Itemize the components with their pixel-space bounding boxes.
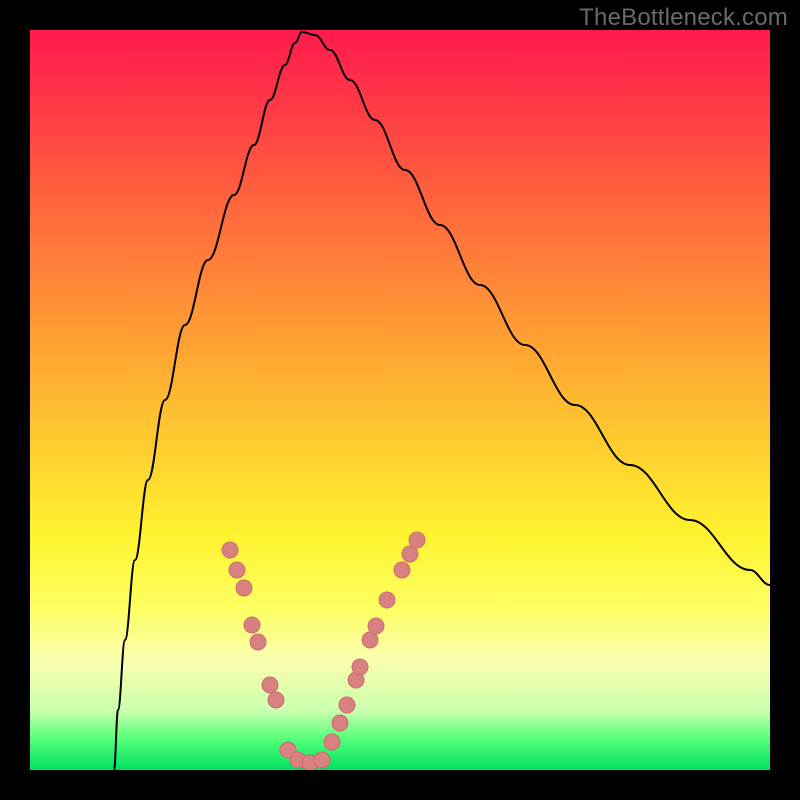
curve-marker (409, 532, 425, 548)
chart-frame: TheBottleneck.com (0, 0, 800, 800)
curve-marker (324, 734, 340, 750)
watermark-text: TheBottleneck.com (579, 4, 788, 32)
curve-marker (368, 618, 384, 634)
curve-marker (352, 659, 368, 675)
curve-marker (394, 562, 410, 578)
curve-marker (379, 592, 395, 608)
curve-marker (268, 692, 284, 708)
curve-marker (222, 542, 238, 558)
curve-marker (314, 752, 330, 768)
curve-marker (244, 617, 260, 633)
bottleneck-curve (114, 32, 770, 770)
curve-left (114, 32, 302, 770)
curve-marker (332, 715, 348, 731)
curve-marker (236, 580, 252, 596)
curve-marker (402, 546, 418, 562)
curve-marker (262, 677, 278, 693)
curve-marker (229, 562, 245, 578)
curve-svg (30, 30, 770, 770)
curve-right (302, 32, 770, 585)
plot-area (30, 30, 770, 770)
curve-marker (339, 697, 355, 713)
curve-marker (250, 634, 266, 650)
curve-markers (222, 532, 425, 770)
